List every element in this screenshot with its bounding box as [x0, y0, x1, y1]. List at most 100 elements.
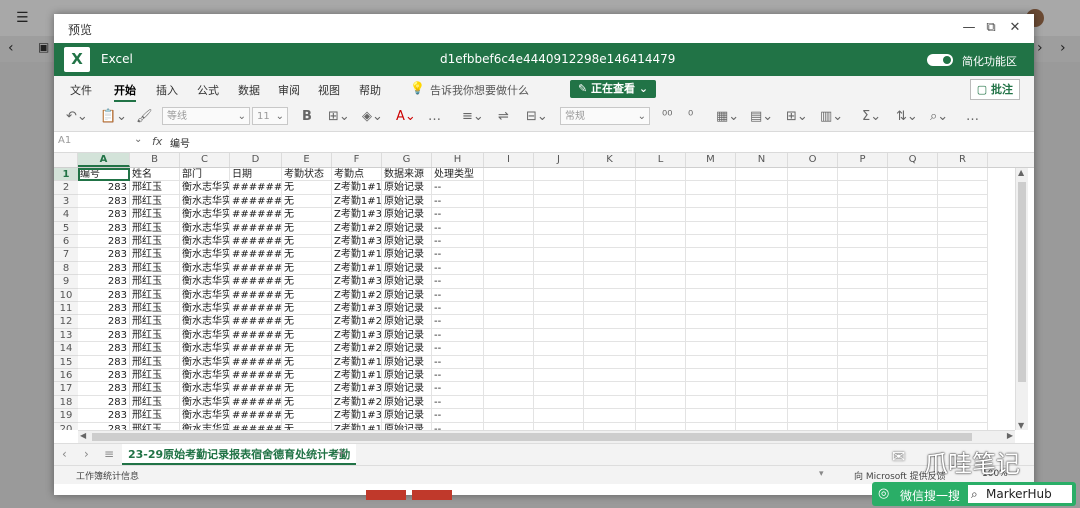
grid-cell[interactable]: 考勤点 [332, 168, 382, 182]
grid-cell[interactable]: 无 [282, 181, 332, 195]
grid-cell[interactable]: 无 [282, 355, 332, 369]
grid-cell[interactable]: 原始记录 [382, 395, 432, 410]
grid-cell[interactable] [584, 194, 636, 209]
grid-cell[interactable] [584, 248, 636, 262]
grid-cell[interactable]: Z考勤1#1F [332, 248, 382, 262]
grid-cell[interactable] [938, 422, 988, 430]
grid-cell[interactable]: ####### [230, 181, 282, 195]
grid-cell[interactable] [788, 302, 838, 316]
wrap-icon[interactable]: ⇌ [498, 109, 509, 124]
grid-cell[interactable] [534, 395, 584, 410]
row-header[interactable]: 13 [54, 328, 78, 343]
grid-cell[interactable]: 无 [282, 235, 332, 249]
grid-cell[interactable]: Z考勤1#3F [332, 208, 382, 222]
grid-cell[interactable] [534, 328, 584, 343]
menu-help[interactable]: 帮助 [359, 82, 381, 98]
align-icon[interactable]: ≡⌄ [462, 109, 484, 124]
grid-cell[interactable]: 无 [282, 342, 332, 356]
grid-cell[interactable] [484, 181, 534, 195]
merge-icon[interactable]: ⊟⌄ [526, 109, 548, 124]
grid-cell[interactable] [888, 369, 938, 383]
scroll-left-icon[interactable]: ◀ [80, 431, 86, 440]
grid-cell[interactable]: 283 [78, 328, 130, 343]
row-header[interactable]: 14 [54, 342, 78, 356]
row-header[interactable]: 5 [54, 221, 78, 235]
maximize-icon[interactable]: ⧉ [982, 19, 1000, 37]
grid-cell[interactable] [838, 395, 888, 410]
grid-cell[interactable] [636, 328, 686, 343]
grid-cell[interactable]: -- [432, 422, 484, 430]
grid-cell[interactable] [788, 181, 838, 195]
name-box-dropdown-icon[interactable]: ⌄ [134, 134, 142, 145]
grid-cell[interactable] [584, 409, 636, 423]
column-header[interactable]: Q [888, 153, 938, 167]
grid-cell[interactable] [534, 355, 584, 369]
grid-cell[interactable] [788, 221, 838, 235]
grid-cell[interactable]: 无 [282, 315, 332, 329]
grid-cell[interactable] [534, 369, 584, 383]
grid-cell[interactable]: 邢红玉 [130, 302, 180, 316]
grid-cell[interactable]: 283 [78, 275, 130, 289]
grid-cell[interactable] [838, 235, 888, 249]
grid-cell[interactable] [888, 409, 938, 423]
horizontal-scroll-thumb[interactable] [92, 433, 972, 441]
column-header[interactable]: R [938, 153, 988, 167]
grid-cell[interactable]: 衡水志华实 [180, 302, 230, 316]
grid-cell[interactable] [788, 355, 838, 369]
grid-cell[interactable] [838, 288, 888, 302]
find-icon[interactable]: ⌕⌄ [930, 109, 948, 124]
grid-cell[interactable] [534, 221, 584, 235]
grid-cell[interactable] [584, 342, 636, 356]
grid-cell[interactable] [686, 395, 736, 410]
grid-cell[interactable] [888, 248, 938, 262]
grid-cell[interactable] [636, 275, 686, 289]
grid-cell[interactable]: 衡水志华实 [180, 248, 230, 262]
column-header[interactable]: H [432, 153, 484, 167]
fx-icon[interactable]: fx [152, 135, 162, 148]
grid-cell[interactable] [484, 382, 534, 396]
grid-cell[interactable] [636, 181, 686, 195]
grid-cell[interactable]: -- [432, 208, 484, 222]
grid-cell[interactable] [938, 328, 988, 343]
grid-cell[interactable] [838, 422, 888, 430]
grid-cell[interactable] [484, 261, 534, 276]
column-header[interactable]: P [838, 153, 888, 167]
grid-cell[interactable] [736, 168, 788, 182]
grid-cell[interactable] [484, 208, 534, 222]
format-table-icon[interactable]: ▤⌄ [750, 109, 773, 124]
grid-cell[interactable] [636, 409, 686, 423]
grid-cell[interactable]: 283 [78, 261, 130, 276]
grid-cell[interactable] [938, 315, 988, 329]
grid-cell[interactable] [888, 288, 938, 302]
all-sheets-icon[interactable]: ≡ [104, 447, 114, 461]
grid-cell[interactable] [938, 261, 988, 276]
grid-cell[interactable] [534, 302, 584, 316]
grid-cell[interactable] [938, 355, 988, 369]
grid-cell[interactable]: ####### [230, 288, 282, 302]
grid-cell[interactable] [636, 355, 686, 369]
fill-color-icon[interactable]: ◈⌄ [362, 109, 383, 124]
grid-cell[interactable] [636, 235, 686, 249]
grid-cell[interactable] [938, 275, 988, 289]
grid-cell[interactable] [736, 235, 788, 249]
grid-cell[interactable]: 原始记录 [382, 288, 432, 302]
grid-cell[interactable] [938, 248, 988, 262]
grid-cell[interactable] [686, 302, 736, 316]
grid-cell[interactable] [888, 168, 938, 182]
grid-cell[interactable]: 无 [282, 261, 332, 276]
grid-cell[interactable] [838, 181, 888, 195]
grid-cell[interactable]: 原始记录 [382, 235, 432, 249]
menu-data[interactable]: 数据 [238, 82, 260, 98]
grid-cell[interactable]: Z考勤1#3F [332, 409, 382, 423]
menu-review[interactable]: 审阅 [278, 82, 300, 98]
row-header[interactable]: 6 [54, 235, 78, 249]
grid-cell[interactable]: 无 [282, 369, 332, 383]
grid-cell[interactable] [484, 288, 534, 302]
grid-cell[interactable]: 衡水志华实 [180, 382, 230, 396]
grid-cell[interactable]: 无 [282, 248, 332, 262]
grid-cell[interactable]: -- [432, 288, 484, 302]
grid-cell[interactable] [686, 168, 736, 182]
grid-cell[interactable]: ####### [230, 342, 282, 356]
grid-cell[interactable]: Z考勤1#3F [332, 382, 382, 396]
grid-cell[interactable]: 283 [78, 382, 130, 396]
